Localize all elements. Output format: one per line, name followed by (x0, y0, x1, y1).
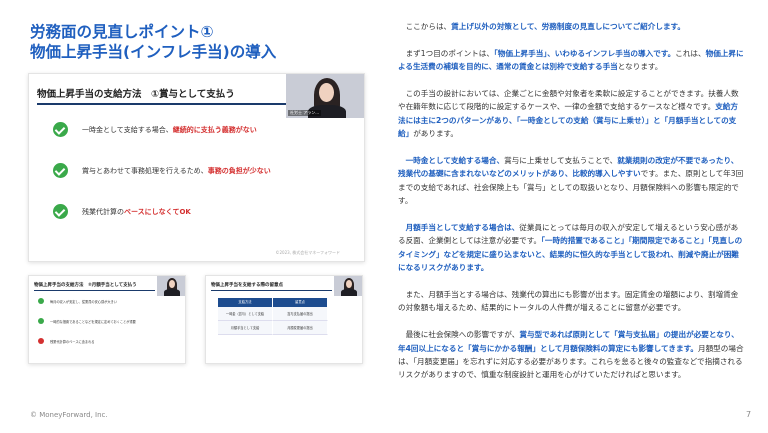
table-row: 一時金（賞与）として支給 賞与支払届の提出 (218, 307, 328, 321)
main-slide-row-3-text: 残業代計算の (82, 207, 124, 216)
body-text-segment: また、月額手当とする場合は、残業代の算出にも影響が出ます。固定賃金の増額により、… (398, 290, 739, 313)
main-slide-row-3-emphasis: ベースにしなくて (124, 207, 180, 216)
presenter-face (169, 280, 175, 288)
page-title-line-2: 物価上昇手当(インフレ手当)の導入 (30, 43, 277, 61)
slide-thumbnail-notes: 物価上昇手当を支給する際の留意点 支給方法 留意点 一時金（賞与）として支給 賞… (205, 275, 363, 364)
presenter-video (157, 276, 185, 296)
paragraph-7: 最後に社会保険への影響ですが、賞与型であれば原則として「賞与支払届」の提出が必要… (398, 328, 744, 382)
main-slide-row-1-emphasis: 継続的に支払う義務がない (172, 125, 257, 134)
small-slide-1-row: 毎月の収入が安定し、従業員の安心感が大きい (38, 298, 117, 304)
small-slide-2-table: 支給方法 留意点 一時金（賞与）として支給 賞与支払届の提出 月額手当として支給… (218, 298, 328, 335)
table-cell: 一時金（賞与）として支給 (218, 307, 273, 321)
presenter-face (319, 83, 334, 102)
paragraph-2: まず1つ目のポイントは、「物価上昇手当」、いわゆるインフレ手当の導入です。これは… (398, 47, 744, 74)
main-slide-footer: ©2023, 株式会社マネーフォワード (275, 250, 340, 255)
presenter-name-label: 社労士 アラン... (288, 110, 322, 116)
main-slide-row-2-text: 賞与とあわせて事務処理を行えるため、 (82, 166, 208, 175)
table-header-row: 支給方法 留意点 (218, 298, 328, 307)
main-slide-row-1-text: 一時金として支給する場合、 (82, 125, 173, 134)
paragraph-1: ここからは、賃上げ以外の対策として、労務制度の見直しについてご紹介します。 (398, 20, 744, 33)
body-text-segment: 最後に社会保険への影響ですが、 (405, 330, 520, 340)
check-circle-icon (53, 122, 68, 137)
body-text-segment: 賞与に上乗せして支払うことで、 (504, 156, 618, 166)
main-slide-heading: 物価上昇手当の支給方法 ①賞与として支払う (37, 89, 235, 100)
check-circle-icon (38, 298, 44, 304)
table-header-cell: 留意点 (273, 298, 328, 307)
paragraph-5: 月額手当として支給する場合は、従業員にとっては毎月の収入が安定して増えるという安… (398, 221, 744, 275)
main-slide-thumbnail: 物価上昇手当の支給方法 ①賞与として支払う 一時金として支給する場合、 継続的に… (28, 73, 365, 262)
table-header-cell: 支給方法 (218, 298, 273, 307)
small-slide-1-rule (34, 290, 155, 291)
presenter-body (164, 289, 180, 296)
table-cell: 賞与支払届の提出 (273, 307, 328, 321)
main-slide-rule (37, 103, 306, 105)
presenter-video: 社労士 アラン... (286, 74, 364, 118)
small-slide-1-row: 残業代計算のベースに含まれる (38, 338, 94, 344)
main-slide-row-3-suffix: OK (179, 207, 191, 216)
small-slide-2-heading: 物価上昇手当を支給する際の留意点 (211, 283, 283, 288)
presenter-body (341, 289, 357, 296)
table-row: 月額手当として支給 月額変更届の提出 (218, 321, 328, 335)
highlighted-text: 月額手当として支給する場合は、 (405, 223, 520, 233)
check-circle-icon (53, 163, 68, 178)
paragraph-3: この手当の設計においては、企業ごとに金額や対象者を柔軟に設定することができます。… (398, 87, 744, 141)
table-cell: 月額変更届の提出 (273, 321, 328, 335)
presenter-video (334, 276, 362, 296)
slide-thumbnail-monthly-allowance: 物価上昇手当の支給方法 ②月額手当として支払う 毎月の収入が安定し、従業員の安心… (28, 275, 186, 364)
small-slide-1-heading: 物価上昇手当の支給方法 ②月額手当として支払う (34, 283, 137, 288)
highlighted-text: 「物価上昇手当」、いわゆるインフレ手当の導入です。 (493, 48, 676, 58)
highlighted-text: 賃上げ以外の対策として、労務制度の見直しについてご紹介します。 (451, 22, 685, 31)
body-text-segment: ここからは、 (405, 22, 452, 31)
paragraph-6: また、月額手当とする場合は、残業代の算出にも影響が出ます。固定賃金の増額により、… (398, 288, 744, 315)
body-text-segment: この手当の設計においては、企業ごとに金額や対象者を柔軟に設定することができます。… (398, 89, 739, 112)
presenter-face (346, 280, 352, 288)
page-number: 7 (746, 410, 752, 419)
body-text-segment: まず1つ目のポイントは、 (405, 48, 494, 58)
check-circle-icon (38, 318, 44, 324)
check-circle-icon (38, 338, 44, 344)
table-cell: 月額手当として支給 (218, 321, 273, 335)
small-slide-2-rule (211, 290, 332, 291)
body-text-segment: となります。 (617, 62, 663, 72)
paragraph-4: 一時金として支給する場合、賞与に上乗せして支払うことで、就業規則の改定が不要であ… (398, 154, 744, 208)
page-title: 労務面の見直しポイント① 物価上昇手当(インフレ手当)の導入 (30, 22, 360, 62)
body-text-segment: があります。 (413, 129, 458, 139)
main-slide-row-3: 残業代計算の ベースにしなくて OK (53, 204, 191, 219)
article-body: ここからは、賃上げ以外の対策として、労務制度の見直しについてご紹介します。まず1… (398, 20, 744, 395)
main-slide-row-2-emphasis: 事務の負担が少ない (207, 166, 271, 175)
highlighted-text: 一時金として支給する場合、 (405, 156, 505, 166)
document-page: 労務面の見直しポイント① 物価上昇手当(インフレ手当)の導入 物価上昇手当の支給… (0, 0, 768, 433)
page-title-line-1: 労務面の見直しポイント① (30, 23, 214, 41)
small-slide-1-row-text: 一時的な措置であることなどを規定に定めておくことが重要 (50, 319, 136, 324)
small-slide-1-row-text: 残業代計算のベースに含まれる (50, 339, 95, 344)
check-circle-icon (53, 204, 68, 219)
small-slide-1-row-text: 毎月の収入が安定し、従業員の安心感が大きい (50, 299, 117, 304)
small-slide-1-row: 一時的な措置であることなどを規定に定めておくことが重要 (38, 318, 136, 324)
main-slide-row-1: 一時金として支給する場合、 継続的に支払う義務がない (53, 122, 257, 137)
body-text-segment: これは、 (675, 48, 706, 58)
main-slide-row-2: 賞与とあわせて事務処理を行えるため、 事務の負担が少ない (53, 163, 271, 178)
copyright: © MoneyForward, Inc. (30, 411, 108, 419)
